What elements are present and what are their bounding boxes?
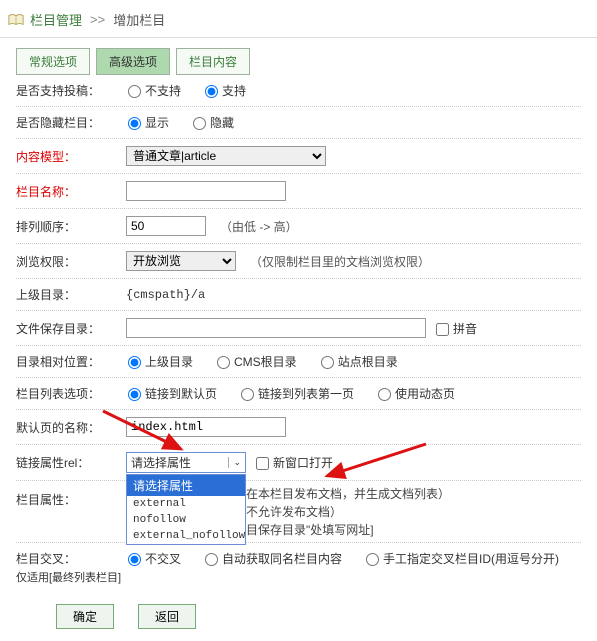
label-cross: 栏目交叉： 仅适用[最终列表栏目] (16, 550, 126, 587)
label-save-dir: 文件保存目录： (16, 320, 126, 337)
label-dir-rel: 目录相对位置： (16, 353, 126, 370)
radio-link-default[interactable] (128, 388, 141, 401)
select-browse[interactable]: 开放浏览 (126, 251, 236, 271)
ok-button[interactable]: 确定 (56, 604, 114, 629)
tab-content[interactable]: 栏目内容 (176, 48, 250, 75)
chevron-down-icon: ⌄ (228, 457, 241, 468)
col-attr-line-1: 不允许发布文档） (246, 503, 342, 520)
parent-value: {cmspath}/a (126, 288, 205, 302)
checkbox-pinyin[interactable] (436, 323, 449, 336)
label-browse-perm: 浏览权限： (16, 253, 126, 270)
radio-auto-cross[interactable] (205, 553, 218, 566)
label-sort: 排列顺序： (16, 218, 126, 235)
breadcrumb-root[interactable]: 栏目管理 (30, 10, 82, 29)
radio-cms-root[interactable] (217, 356, 230, 369)
breadcrumb-sep: >> (90, 12, 105, 27)
label-col-attr: 栏目属性： (16, 485, 126, 508)
radio-support[interactable] (205, 85, 218, 98)
radio-parent-dir[interactable] (128, 356, 141, 369)
radio-no-support[interactable] (128, 85, 141, 98)
rel-option-external-nofollow[interactable]: external_nofollow (127, 528, 245, 544)
breadcrumb-current: 增加栏目 (113, 10, 165, 29)
col-attr-line-0: 在本栏目发布文档，并生成文档列表） (246, 485, 450, 502)
hint-browse: （仅限制栏目里的文档浏览权限） (250, 253, 430, 270)
input-default-page[interactable] (126, 417, 286, 437)
radio-hide[interactable] (193, 117, 206, 130)
radio-show[interactable] (128, 117, 141, 130)
rel-option-external[interactable]: external (127, 496, 245, 512)
tabs: 常规选项 高级选项 栏目内容 (16, 48, 597, 75)
label-parent: 上级目录： (16, 286, 126, 303)
radio-manual-cross[interactable] (366, 553, 379, 566)
tab-advanced[interactable]: 高级选项 (96, 48, 170, 75)
hint-sort: （由低 -> 高） (220, 218, 298, 235)
input-sort[interactable] (126, 216, 206, 236)
label-col-name: 栏目名称： (16, 183, 126, 200)
label-list-opt: 栏目列表选项： (16, 385, 126, 402)
input-save-dir[interactable] (126, 318, 426, 338)
rel-dropdown-list: 请选择属性 external nofollow external_nofollo… (126, 474, 246, 545)
radio-use-dynamic[interactable] (378, 388, 391, 401)
book-icon (8, 13, 24, 27)
select-content-model[interactable]: 普通文章|article (126, 146, 326, 166)
breadcrumb: 栏目管理 >> 增加栏目 (30, 10, 165, 29)
annotation-arrow-right (321, 442, 431, 482)
label-default-page: 默认页的名称： (16, 419, 126, 436)
col-attr-line-2: 目保存目录"处填写网址] (246, 521, 374, 538)
radio-no-cross[interactable] (128, 553, 141, 566)
rel-option-placeholder[interactable]: 请选择属性 (127, 475, 245, 496)
rel-option-nofollow[interactable]: nofollow (127, 512, 245, 528)
input-col-name[interactable] (126, 181, 286, 201)
tab-general[interactable]: 常规选项 (16, 48, 90, 75)
radio-site-root[interactable] (321, 356, 334, 369)
radio-link-first[interactable] (241, 388, 254, 401)
checkbox-new-window[interactable] (256, 457, 269, 470)
label-content-model: 内容模型： (16, 148, 126, 165)
label-rel-attr: 链接属性rel： (16, 454, 126, 471)
back-button[interactable]: 返回 (138, 604, 196, 629)
select-rel-attr[interactable]: 请选择属性 ⌄ (126, 452, 246, 473)
label-allow-submit: 是否支持投稿： (16, 82, 126, 99)
label-hide: 是否隐藏栏目： (16, 114, 126, 131)
